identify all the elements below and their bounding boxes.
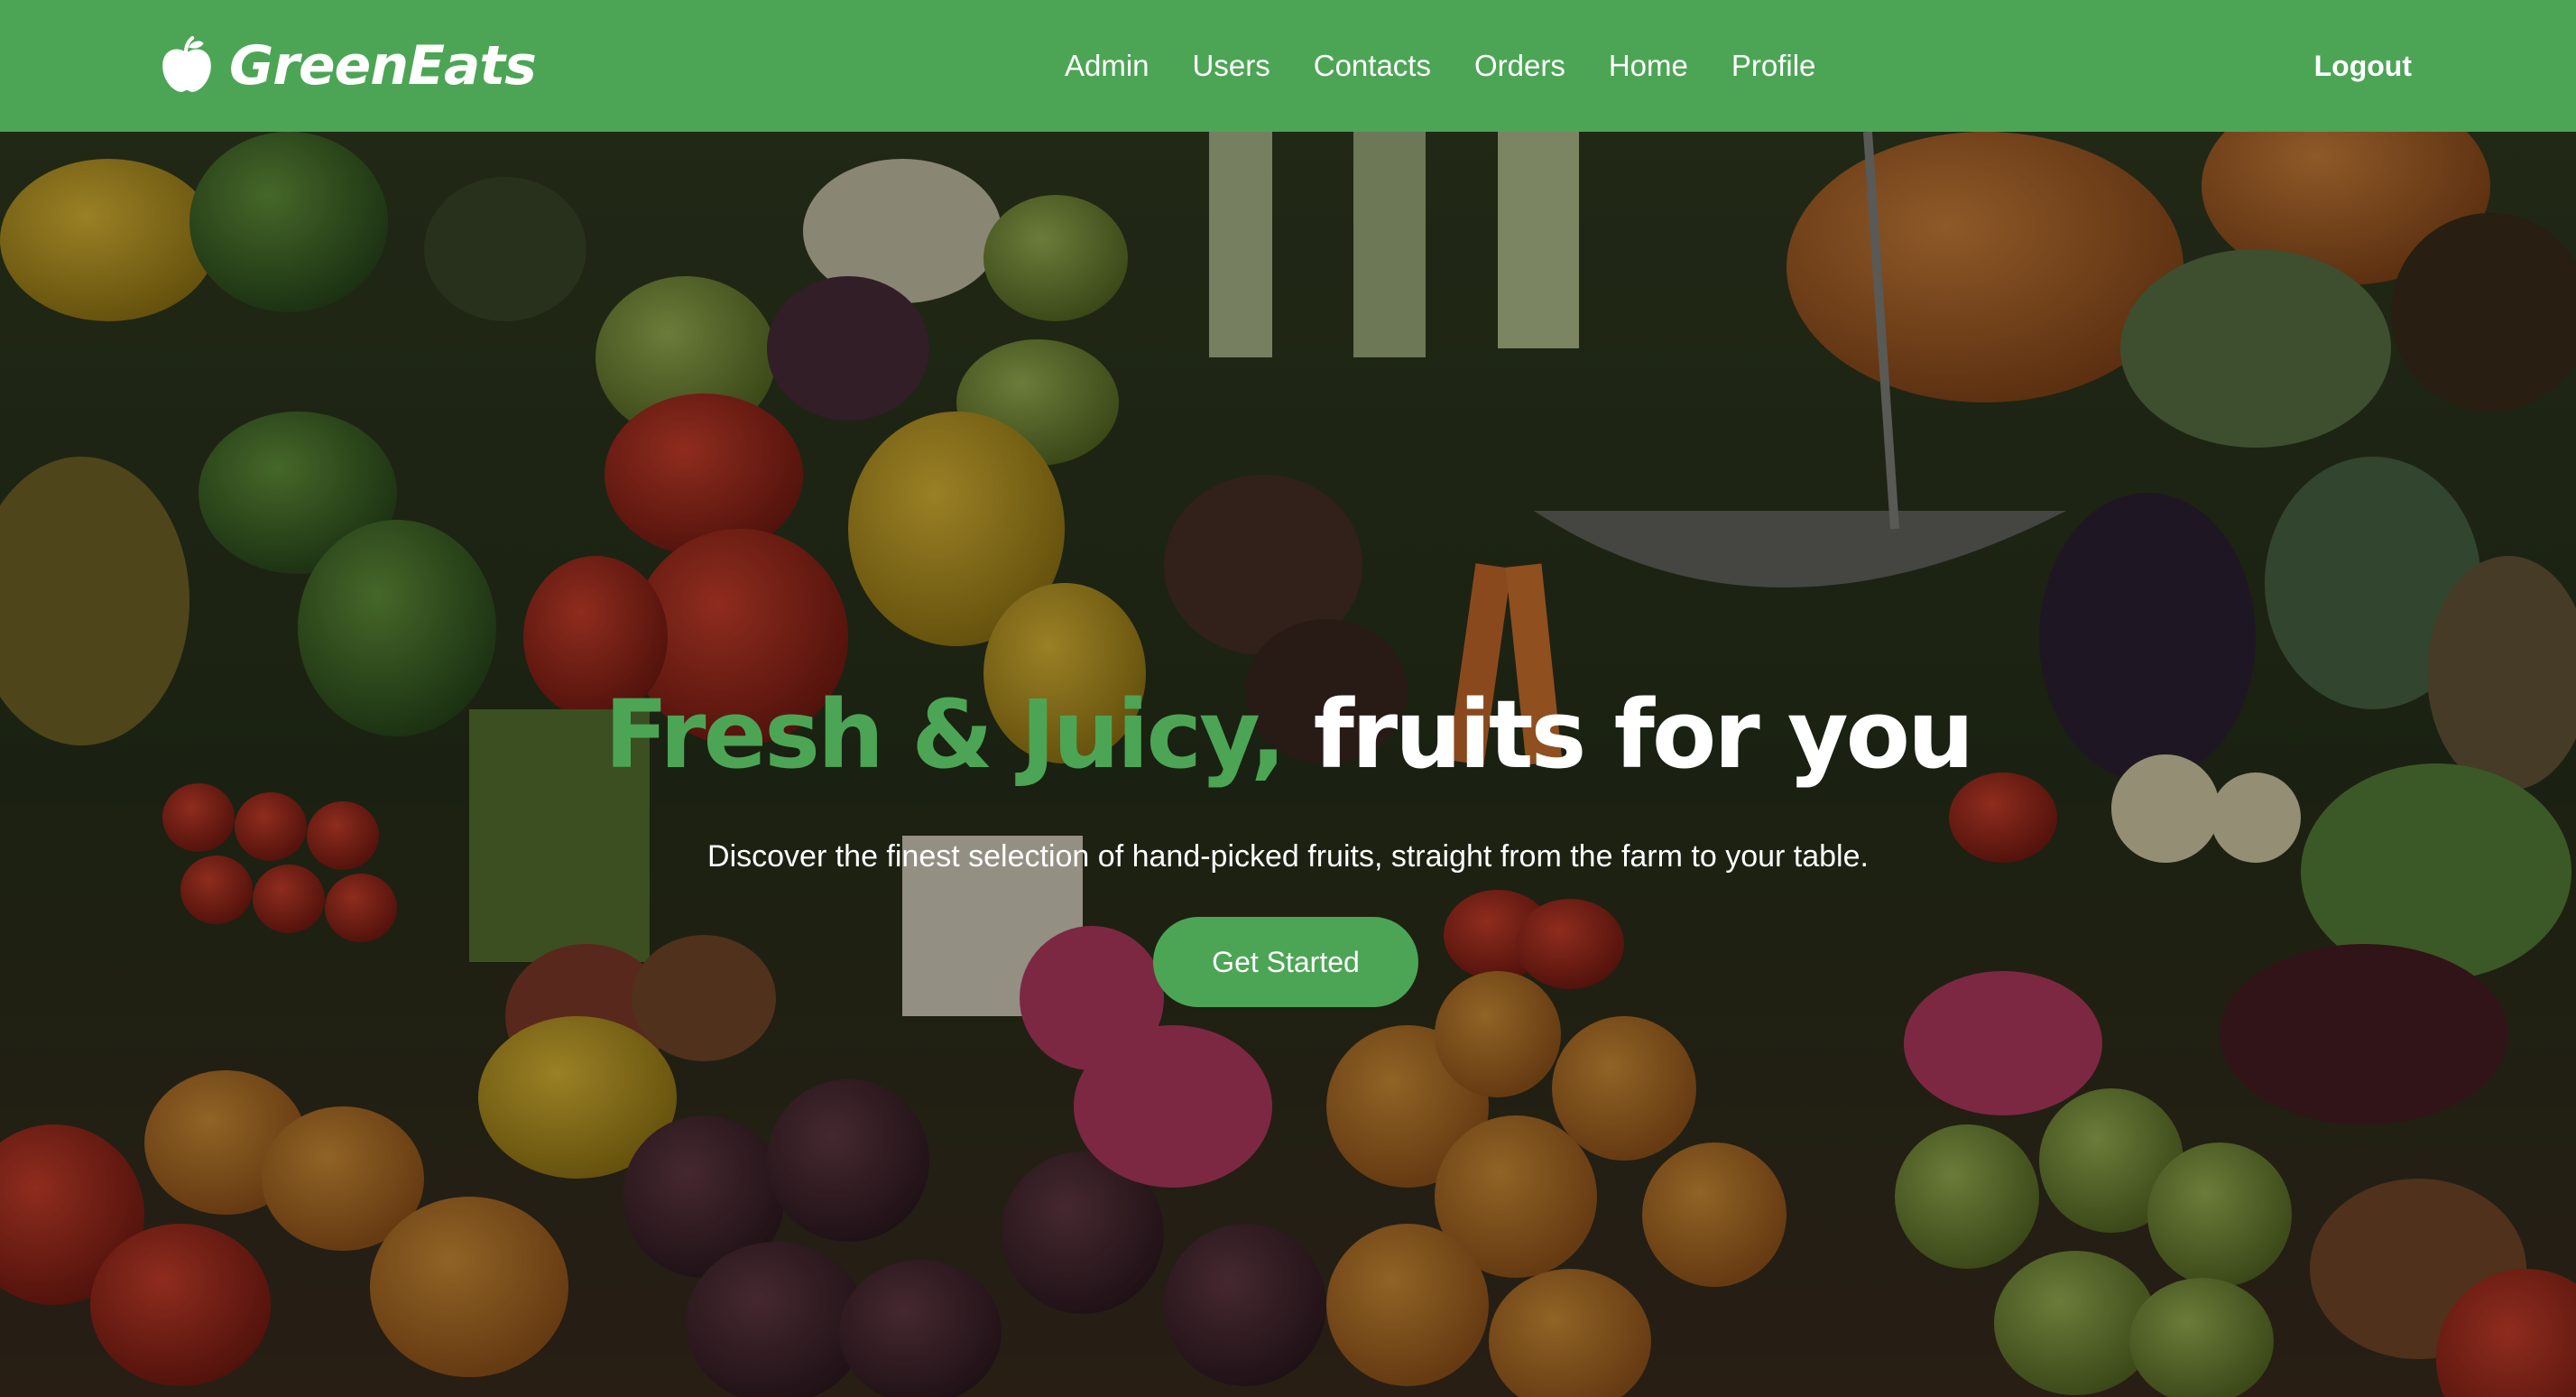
logout-link[interactable]: Logout xyxy=(2314,0,2412,132)
nav-link-orders[interactable]: Orders xyxy=(1474,49,1565,83)
nav-links: Admin Users Contacts Orders Home Profile xyxy=(1065,0,1815,132)
top-navbar: GreenEats Admin Users Contacts Orders Ho… xyxy=(0,0,2576,132)
nav-link-admin[interactable]: Admin xyxy=(1065,49,1150,83)
get-started-button[interactable]: Get Started xyxy=(1153,917,1418,1007)
brand-logo[interactable]: GreenEats xyxy=(157,32,537,99)
nav-link-home[interactable]: Home xyxy=(1609,49,1688,83)
nav-link-contacts[interactable]: Contacts xyxy=(1314,49,1431,83)
hero-content: Fresh & Juicy, fruits for you Discover t… xyxy=(0,132,2576,1397)
headline-highlight: Fresh & Juicy, xyxy=(604,680,1287,790)
nav-link-profile[interactable]: Profile xyxy=(1731,49,1816,83)
hero-section: Fresh & Juicy, fruits for you Discover t… xyxy=(0,132,2576,1397)
headline-rest: fruits for you xyxy=(1313,680,1975,790)
hero-subtitle: Discover the finest selection of hand-pi… xyxy=(707,839,1869,874)
brand-name: GreenEats xyxy=(229,34,537,97)
hero-headline: Fresh & Juicy, fruits for you xyxy=(0,688,2576,782)
nav-link-users[interactable]: Users xyxy=(1193,49,1270,83)
apple-icon xyxy=(162,36,211,92)
